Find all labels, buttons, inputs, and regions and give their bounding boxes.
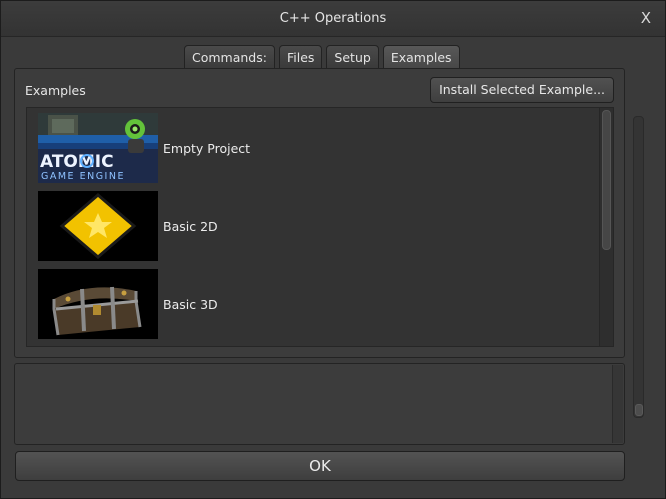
example-label: Empty Project bbox=[163, 140, 251, 156]
svg-text:ATOMIC: ATOMIC bbox=[40, 152, 114, 172]
example-label: Basic 2D bbox=[163, 218, 218, 234]
scrollbar-thumb[interactable] bbox=[602, 110, 611, 250]
basic-3d-thumbnail bbox=[38, 269, 158, 339]
tab-bar: Commands: Files Setup Examples bbox=[184, 45, 460, 69]
list-item-empty-project[interactable]: ATOMIC GAME ENGINE Empty Project bbox=[38, 112, 250, 184]
ok-button[interactable]: OK bbox=[15, 451, 625, 481]
examples-list[interactable]: ATOMIC GAME ENGINE Empty Project Basic 2… bbox=[26, 107, 614, 347]
examples-label: Examples bbox=[25, 83, 86, 98]
install-selected-example-button[interactable]: Install Selected Example... bbox=[430, 77, 614, 103]
tab-files[interactable]: Files bbox=[278, 45, 323, 69]
atomic-game-engine-thumbnail: ATOMIC GAME ENGINE bbox=[38, 113, 158, 183]
treasure-chest-icon bbox=[38, 269, 158, 339]
window-title: C++ Operations bbox=[279, 11, 387, 26]
close-icon[interactable]: X bbox=[641, 9, 651, 27]
examples-list-scrollbar[interactable] bbox=[599, 108, 613, 346]
list-item-basic-3d[interactable]: Basic 3D bbox=[38, 268, 218, 340]
list-item-basic-2d[interactable]: Basic 2D bbox=[38, 190, 218, 262]
star-sign-icon bbox=[38, 191, 158, 261]
examples-panel: Examples Install Selected Example... ATO… bbox=[14, 68, 625, 358]
window-scrollbar[interactable] bbox=[633, 116, 644, 418]
output-scrollbar[interactable] bbox=[612, 365, 623, 443]
tab-setup[interactable]: Setup bbox=[326, 45, 379, 69]
scrollbar-thumb[interactable] bbox=[635, 404, 643, 416]
output-text-area[interactable] bbox=[14, 363, 625, 445]
example-label: Basic 3D bbox=[163, 296, 218, 312]
tab-examples[interactable]: Examples bbox=[382, 45, 460, 69]
svg-text:GAME ENGINE: GAME ENGINE bbox=[41, 171, 125, 182]
title-bar[interactable]: C++ Operations X bbox=[1, 1, 665, 37]
cpp-operations-window: C++ Operations X Commands: Files Setup E… bbox=[0, 0, 666, 499]
basic-2d-thumbnail bbox=[38, 191, 158, 261]
tab-commands[interactable]: Commands: bbox=[184, 45, 275, 69]
atomic-logo-icon: ATOMIC GAME ENGINE bbox=[38, 113, 158, 183]
